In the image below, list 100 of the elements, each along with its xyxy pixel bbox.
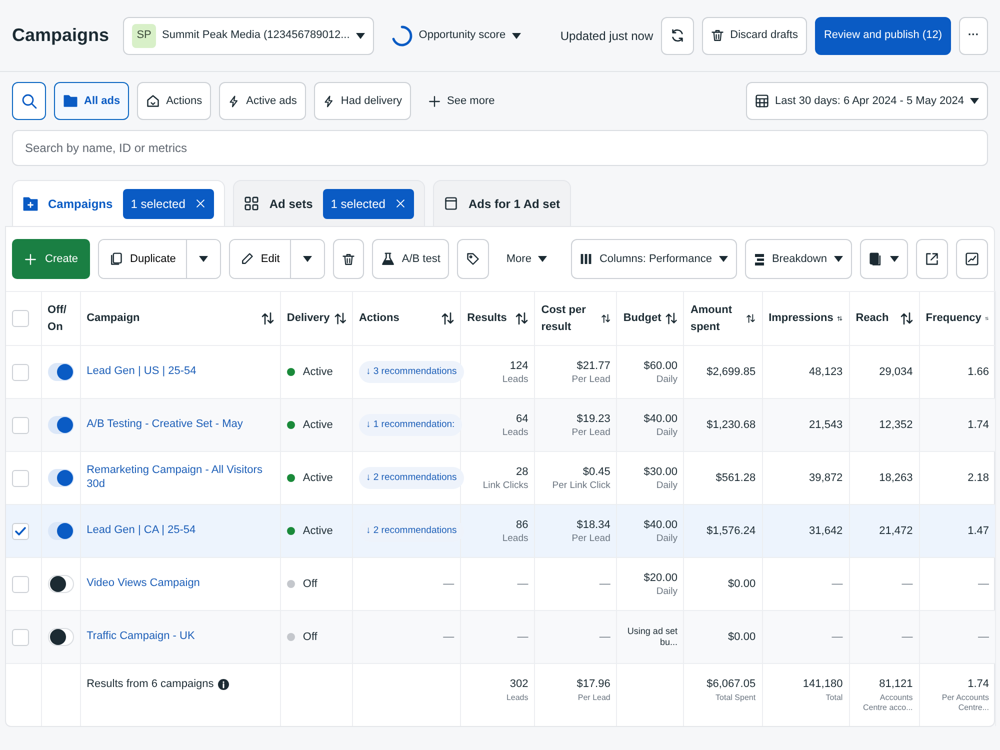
chart-icon <box>965 252 979 266</box>
cell-value: $6,067.05 <box>706 677 756 692</box>
row-checkbox[interactable] <box>12 416 29 434</box>
create-button[interactable]: Create <box>12 239 90 279</box>
select-all-checkbox[interactable] <box>12 310 29 327</box>
duplicate-menu-button[interactable] <box>186 240 220 278</box>
cell-value: — <box>599 576 610 592</box>
cell-caption: Per Link Click <box>552 480 610 492</box>
page-title: Campaigns <box>12 24 110 47</box>
toggle-switch[interactable] <box>48 469 74 487</box>
column-header[interactable]: Cost per result <box>541 302 598 335</box>
cell-value: — <box>832 630 843 645</box>
column-header[interactable]: Results <box>467 310 507 327</box>
filter-button[interactable]: Actions <box>137 82 212 120</box>
cell-caption: Leads <box>502 533 528 546</box>
opportunity-score-dropdown[interactable]: Opportunity score <box>382 16 530 54</box>
bolt-icon <box>228 94 240 108</box>
column-header[interactable]: Reach <box>856 310 889 327</box>
recommendations-button[interactable]: ↓ 2 recommendations <box>358 466 464 490</box>
filter-button[interactable]: Had delivery <box>314 82 412 120</box>
cell-value: $21.77 <box>576 358 610 374</box>
level-tab[interactable]: Ad sets 1 selected <box>233 180 426 226</box>
breakdown-dropdown[interactable]: Breakdown <box>744 239 852 279</box>
delivery-status: Off <box>302 576 318 592</box>
selection-chip[interactable]: 1 selected <box>122 188 214 218</box>
cell-value: $20.00 <box>644 570 678 586</box>
delivery-status: Active <box>302 524 333 539</box>
cell-value: — <box>599 630 610 645</box>
level-tab[interactable]: Campaigns 1 selected <box>12 180 226 226</box>
recommendations-button[interactable]: ↓ 3 recommendations <box>358 360 464 384</box>
refresh-button[interactable] <box>661 16 694 54</box>
column-header[interactable]: Amount spent <box>690 302 742 335</box>
caret-icon <box>302 256 312 262</box>
filter-button[interactable]: All ads <box>54 82 130 120</box>
cell-value: 81,121 <box>879 677 913 692</box>
cell-value: $2,699.85 <box>706 364 756 380</box>
ab-test-button[interactable]: A/B test <box>372 239 450 279</box>
column-header[interactable]: Campaign <box>86 310 140 327</box>
caret-icon <box>890 256 899 262</box>
cell-caption: Daily <box>656 533 678 546</box>
date-range-dropdown[interactable]: Last 30 days: 6 Apr 2024 - 5 May 2024 <box>746 82 988 120</box>
level-tab[interactable]: Ads for 1 Ad set <box>433 180 572 226</box>
search-field[interactable]: Search by name, ID or metrics <box>12 130 988 166</box>
reports-dropdown[interactable] <box>860 239 908 279</box>
info-icon <box>218 678 229 690</box>
campaign-link[interactable]: Lead Gen | US | 25-54 <box>86 365 274 379</box>
columns-icon <box>580 253 592 265</box>
tag-button[interactable] <box>457 239 490 279</box>
row-checkbox[interactable] <box>12 522 29 540</box>
discard-drafts-button[interactable]: Discard drafts <box>702 16 807 54</box>
account-dropdown[interactable]: SP Summit Peak Media (123456789012... <box>123 16 374 54</box>
cell-value: $60.00 <box>644 358 678 374</box>
grid-icon <box>244 196 260 211</box>
campaign-link[interactable]: Video Views Campaign <box>86 577 274 591</box>
selection-chip[interactable]: 1 selected <box>322 188 414 218</box>
delete-button[interactable] <box>332 239 364 279</box>
column-header[interactable]: Frequency <box>926 310 982 327</box>
campaign-link[interactable]: Remarketing Campaign - All Visitors 30d <box>86 464 274 492</box>
row-checkbox[interactable] <box>12 628 29 646</box>
toggle-switch[interactable] <box>48 363 74 381</box>
breakdown-icon <box>754 252 765 266</box>
see-more-button[interactable]: See more <box>419 82 504 120</box>
row-checkbox[interactable] <box>12 470 29 486</box>
column-header[interactable]: Actions <box>358 310 400 327</box>
caret-icon <box>512 32 521 38</box>
columns-dropdown[interactable]: Columns: Performance <box>571 239 737 279</box>
cell-value: $0.45 <box>582 464 610 480</box>
house-icon <box>146 94 160 108</box>
table-cell: — <box>443 630 454 643</box>
export-button[interactable] <box>916 239 948 279</box>
cell-value: — <box>902 630 913 645</box>
publish-button[interactable]: Review and publish (12) <box>814 16 951 54</box>
cell-value: 2.18 <box>968 470 989 486</box>
column-header[interactable]: Delivery <box>286 310 330 327</box>
toggle-switch[interactable] <box>48 575 74 593</box>
filter-button[interactable]: Active ads <box>219 82 306 120</box>
search-button[interactable] <box>12 82 46 120</box>
cell-value: $561.28 <box>716 470 756 486</box>
folder-icon <box>23 196 38 211</box>
row-checkbox[interactable] <box>12 364 29 380</box>
column-header[interactable]: Impressions <box>768 310 834 327</box>
column-header[interactable]: Budget <box>623 310 662 327</box>
row-checkbox[interactable] <box>12 576 29 592</box>
more-options-button[interactable]: ··· <box>959 16 988 54</box>
toggle-switch[interactable] <box>48 522 74 540</box>
summary-label: Results from 6 campaigns <box>86 677 214 692</box>
trash-icon <box>711 28 724 43</box>
cell-value: 1.74 <box>968 418 989 433</box>
cell-caption: Leads <box>502 427 528 440</box>
caret-icon <box>198 256 208 262</box>
chart-button[interactable] <box>956 239 988 279</box>
cell-value: 18,263 <box>879 470 913 486</box>
toggle-switch[interactable] <box>48 416 74 434</box>
cell-caption: Leads <box>502 374 528 386</box>
selection-count: 1 selected <box>130 196 186 212</box>
pencil-icon <box>240 252 254 266</box>
delivery-status: Active <box>302 364 333 380</box>
toggle-switch[interactable] <box>48 628 74 646</box>
recommendations-button[interactable]: ↓ 1 recommendation: <box>358 414 462 436</box>
edit-menu-button[interactable] <box>290 240 324 278</box>
